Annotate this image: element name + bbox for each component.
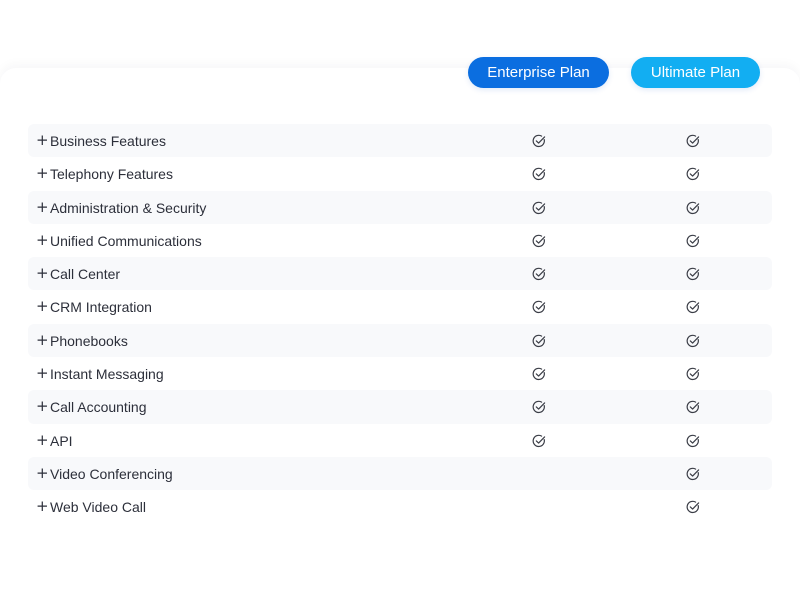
expand-plus-icon[interactable]: + — [36, 390, 49, 423]
ultimate-check-icon — [686, 168, 700, 181]
feature-row[interactable]: + Telephony Features — [28, 157, 772, 190]
expand-plus-icon[interactable]: + — [36, 157, 49, 190]
enterprise-check-icon — [532, 301, 546, 314]
feature-row[interactable]: + Business Features — [28, 124, 772, 158]
expand-plus-icon[interactable]: + — [36, 490, 49, 523]
feature-label: Web Video Call — [50, 499, 146, 516]
feature-row[interactable]: + Instant Messaging — [28, 357, 772, 390]
expand-plus-icon[interactable]: + — [36, 124, 49, 157]
ultimate-check-icon — [686, 434, 700, 447]
feature-label: CRM Integration — [50, 299, 152, 316]
expand-plus-icon[interactable]: + — [36, 324, 49, 357]
enterprise-check-icon — [532, 168, 546, 181]
ultimate-check-icon — [686, 467, 700, 481]
enterprise-check-icon — [532, 434, 546, 447]
ultimate-check-icon — [686, 234, 700, 247]
feature-row[interactable]: + Video Conferencing — [28, 456, 772, 491]
feature-label: Telephony Features — [50, 166, 173, 183]
expand-plus-icon[interactable]: + — [36, 224, 49, 257]
ultimate-check-icon — [686, 334, 700, 347]
feature-label: Business Features — [50, 133, 166, 149]
feature-row[interactable]: + Phonebooks — [28, 323, 772, 358]
expand-plus-icon[interactable]: + — [36, 357, 49, 390]
feature-label: Phonebooks — [50, 332, 128, 349]
expand-plus-icon[interactable]: + — [36, 290, 49, 323]
expand-plus-icon[interactable]: + — [36, 424, 49, 457]
enterprise-check-icon — [532, 367, 546, 381]
enterprise-check-icon — [532, 134, 546, 148]
enterprise-check-icon — [532, 267, 546, 281]
ultimate-plan-button[interactable]: Ultimate Plan — [631, 57, 760, 88]
expand-plus-icon[interactable]: + — [36, 257, 49, 290]
ultimate-check-icon — [686, 401, 700, 414]
feature-row[interactable]: + Call Accounting — [28, 390, 772, 424]
expand-plus-icon[interactable]: + — [36, 457, 49, 490]
ultimate-check-icon — [686, 134, 700, 148]
ultimate-check-icon — [686, 301, 700, 314]
feature-label: Instant Messaging — [50, 366, 164, 383]
expand-plus-icon[interactable]: + — [36, 191, 49, 224]
feature-row[interactable]: + API — [28, 424, 772, 457]
feature-label: Administration & Security — [50, 199, 207, 216]
pricing-comparison-page: Enterprise Plan Ultimate Plan + Business … — [0, 0, 800, 600]
feature-label: Video Conferencing — [50, 465, 173, 482]
enterprise-check-icon — [532, 334, 546, 347]
feature-row[interactable]: + CRM Integration — [28, 290, 772, 323]
enterprise-check-icon — [532, 234, 546, 247]
ultimate-check-icon — [686, 267, 700, 281]
feature-row[interactable]: + Call Center — [28, 257, 772, 291]
feature-row[interactable]: + Administration & Security — [28, 190, 772, 224]
feature-list: + Business Features + Telephony Features + Ad… — [28, 124, 772, 524]
feature-label: Unified Communications — [50, 232, 202, 249]
ultimate-check-icon — [686, 201, 700, 214]
feature-row[interactable]: + Unified Communications — [28, 224, 772, 257]
feature-label: Call Center — [50, 266, 121, 283]
enterprise-check-icon — [532, 201, 546, 214]
feature-row[interactable]: + Web Video Call — [28, 490, 772, 523]
ultimate-check-icon — [686, 367, 700, 381]
ultimate-check-icon — [686, 501, 700, 514]
feature-label: Call Accounting — [50, 399, 147, 416]
enterprise-check-icon — [532, 401, 546, 414]
enterprise-plan-button[interactable]: Enterprise Plan — [468, 57, 609, 88]
feature-label: API — [50, 432, 73, 449]
